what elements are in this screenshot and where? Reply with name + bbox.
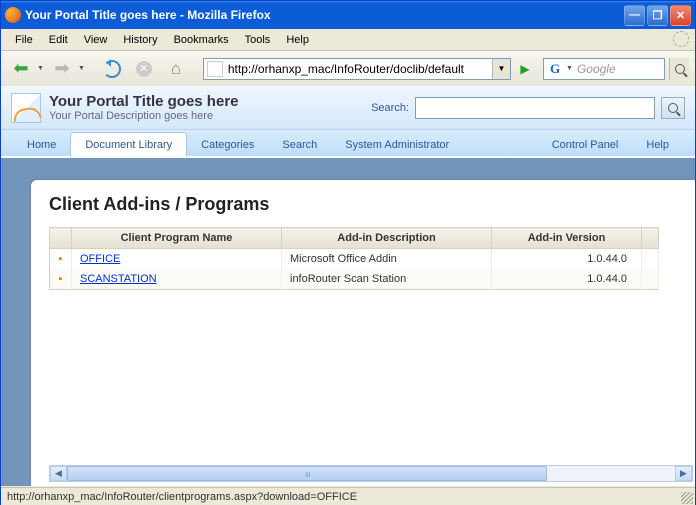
menu-help[interactable]: Help xyxy=(278,32,317,48)
portal-search-button[interactable] xyxy=(661,97,685,119)
menu-view[interactable]: View xyxy=(76,32,116,48)
browser-search-button[interactable] xyxy=(669,58,689,80)
search-engine-dropdown-icon[interactable]: ▼ xyxy=(566,65,573,72)
cell-version: 1.0.44.0 xyxy=(492,269,642,290)
scroll-thumb[interactable] xyxy=(67,466,547,481)
row-bullet-icon: ▪ xyxy=(50,249,72,270)
stop-button[interactable]: ✕ xyxy=(130,55,158,83)
stop-icon: ✕ xyxy=(136,61,152,77)
tab-system-administrator[interactable]: System Administrator xyxy=(331,133,463,156)
portal-search-label: Search: xyxy=(371,102,409,114)
minimize-button[interactable]: — xyxy=(624,5,645,26)
status-bar: http://orhanxp_mac/InfoRouter/clientprog… xyxy=(1,487,695,505)
page-heading: Client Add-ins / Programs xyxy=(49,194,695,215)
scroll-left-button[interactable]: ◀ xyxy=(50,466,67,481)
col-program-name: Client Program Name xyxy=(72,228,282,249)
col-spacer xyxy=(642,228,659,249)
reload-icon xyxy=(103,60,121,78)
portal-search-input[interactable] xyxy=(415,97,655,119)
forward-button[interactable]: ➡ xyxy=(48,55,76,83)
activity-throbber-icon xyxy=(673,31,689,47)
url-dropdown-button[interactable]: ▼ xyxy=(492,59,510,79)
table-row: ▪ SCANSTATION infoRouter Scan Station 1.… xyxy=(50,269,659,290)
resize-grip-icon[interactable] xyxy=(681,492,693,504)
window-titlebar: Your Portal Title goes here - Mozilla Fi… xyxy=(1,1,695,29)
program-link[interactable]: SCANSTATION xyxy=(80,273,157,285)
horizontal-scrollbar[interactable]: ◀ ▶ xyxy=(49,465,693,482)
firefox-icon xyxy=(5,7,21,23)
addins-table: Client Program Name Add-in Description A… xyxy=(49,227,659,290)
maximize-button[interactable]: ❐ xyxy=(647,5,668,26)
window-title: Your Portal Title goes here - Mozilla Fi… xyxy=(25,8,624,22)
portal-title: Your Portal Title goes here xyxy=(49,93,371,110)
cell-spacer xyxy=(642,249,659,270)
search-engine-icon[interactable]: G xyxy=(547,61,563,77)
col-description: Add-in Description xyxy=(282,228,492,249)
navigation-toolbar: ⬅ ▼ ➡ ▼ ✕ ⌂ ▼ ▶ G ▼ Google xyxy=(1,51,695,87)
cell-description: infoRouter Scan Station xyxy=(282,269,492,290)
tab-document-library[interactable]: Document Library xyxy=(70,132,187,158)
cell-version: 1.0.44.0 xyxy=(492,249,642,270)
cell-spacer xyxy=(642,269,659,290)
browser-viewport: Your Portal Title goes here Your Portal … xyxy=(1,86,695,486)
portal-logo-icon xyxy=(11,93,41,123)
url-bar[interactable]: ▼ xyxy=(203,58,511,80)
tab-search[interactable]: Search xyxy=(268,133,331,156)
home-button[interactable]: ⌂ xyxy=(162,55,190,83)
menu-bar: File Edit View History Bookmarks Tools H… xyxy=(1,29,695,51)
menu-bookmarks[interactable]: Bookmarks xyxy=(166,32,237,48)
col-bullet xyxy=(50,228,72,249)
back-button[interactable]: ⬅ xyxy=(7,55,35,83)
status-text: http://orhanxp_mac/InfoRouter/clientprog… xyxy=(7,491,357,503)
scroll-right-button[interactable]: ▶ xyxy=(675,466,692,481)
portal-body: Client Add-ins / Programs Client Program… xyxy=(1,158,695,486)
scroll-track[interactable] xyxy=(547,466,675,481)
portal-header: Your Portal Title goes here Your Portal … xyxy=(1,86,695,130)
reload-button[interactable] xyxy=(98,55,126,83)
magnifier-icon xyxy=(668,103,678,113)
tab-control-panel[interactable]: Control Panel xyxy=(538,133,633,156)
back-dropdown-icon[interactable]: ▼ xyxy=(37,65,44,72)
portal-description: Your Portal Description goes here xyxy=(49,110,371,122)
home-icon: ⌂ xyxy=(171,59,181,79)
forward-dropdown-icon[interactable]: ▼ xyxy=(78,65,85,72)
close-button[interactable]: ✕ xyxy=(670,5,691,26)
menu-edit[interactable]: Edit xyxy=(41,32,76,48)
col-version: Add-in Version xyxy=(492,228,642,249)
tab-home[interactable]: Home xyxy=(13,133,70,156)
table-header-row: Client Program Name Add-in Description A… xyxy=(50,228,659,249)
menu-history[interactable]: History xyxy=(115,32,165,48)
menu-tools[interactable]: Tools xyxy=(237,32,279,48)
menu-file[interactable]: File xyxy=(7,32,41,48)
table-row: ▪ OFFICE Microsoft Office Addin 1.0.44.0 xyxy=(50,249,659,270)
program-link[interactable]: OFFICE xyxy=(80,253,120,265)
page-favicon xyxy=(207,61,223,77)
search-placeholder[interactable]: Google xyxy=(575,62,664,76)
cell-description: Microsoft Office Addin xyxy=(282,249,492,270)
cell-program-name: SCANSTATION xyxy=(72,269,282,290)
row-bullet-icon: ▪ xyxy=(50,269,72,290)
cell-program-name: OFFICE xyxy=(72,249,282,270)
magnifier-icon xyxy=(675,64,685,74)
url-input[interactable] xyxy=(226,62,492,76)
tab-help[interactable]: Help xyxy=(632,133,683,156)
portal-tabs: Home Document Library Categories Search … xyxy=(1,130,695,158)
content-panel: Client Add-ins / Programs Client Program… xyxy=(31,180,695,486)
tab-categories[interactable]: Categories xyxy=(187,133,268,156)
go-button[interactable]: ▶ xyxy=(515,58,535,80)
browser-search-bar[interactable]: G ▼ Google xyxy=(543,58,665,80)
